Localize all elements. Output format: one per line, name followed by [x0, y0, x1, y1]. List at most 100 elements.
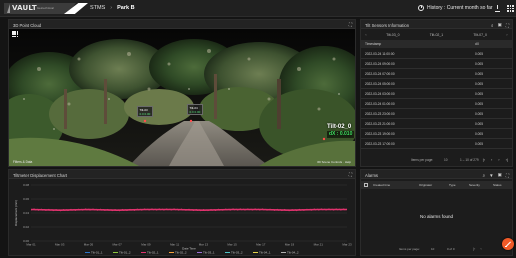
tab-sensor[interactable]: Tilt-03_0 — [371, 33, 415, 37]
point-cloud-viewport[interactable]: Tilt-03 0.0 0.00 Tilt-04 0.0 0.00 Tilt-0… — [9, 29, 355, 166]
sensor-tag-value: 0.0 0.00 — [189, 109, 201, 114]
logo-text: VAULT — [12, 4, 37, 12]
column-header-status[interactable]: Status — [493, 183, 502, 187]
tab-sensor[interactable]: Tilt-02_1 — [415, 33, 459, 37]
first-page-icon[interactable]: |‹ — [483, 157, 485, 162]
breadcrumb-separator-icon: › — [110, 5, 113, 11]
table-row[interactable]: 2022-03-24 05:00:00 0.005 — [361, 79, 512, 89]
expand-icon[interactable]: ⛶ — [349, 172, 352, 177]
x-tick-label: Mar 21 — [314, 243, 324, 247]
sensor-tag-name: Tilt-02_0 — [327, 124, 352, 130]
table-row[interactable]: 2022-03-24 01:00:00 0.005 — [361, 99, 512, 109]
chart-header: Tiltmeter Displacement Chart ⛶ — [9, 170, 355, 179]
table-row[interactable]: 2022-03-23 17:00:00 0.005 — [361, 139, 512, 149]
legend-item: Tilt-02_2 — [175, 251, 187, 255]
tilt-sensors-title: Tilt Sensors Information — [365, 22, 410, 28]
table-row[interactable]: 2022-03-23 23:00:00 0.005 — [361, 109, 512, 119]
x-tick-label: Mar 19 — [285, 243, 295, 247]
legend-item: Tilt-03_2 — [231, 251, 243, 255]
items-per-page-select[interactable]: 10 — [444, 158, 448, 162]
viewport-menu-icon[interactable] — [12, 31, 19, 38]
history-button[interactable]: History : Current month so far — [418, 4, 493, 11]
table-row[interactable]: 2022-03-24 07:00:00 0.005 — [361, 69, 512, 79]
cell-dx: 0.005 — [475, 52, 483, 56]
search-icon[interactable]: ⌕ — [483, 173, 486, 178]
search-icon[interactable]: ⌕ — [491, 23, 494, 28]
cell-timestamp: 2022-03-24 07:00:00 — [365, 72, 395, 76]
cell-timestamp: 2022-03-23 17:00:00 — [365, 142, 395, 146]
x-tick-label: Mar 17 — [256, 243, 266, 247]
sensor-tag-tilt-03[interactable]: Tilt-03 0.0 0.00 — [137, 106, 153, 117]
cell-timestamp: 2022-03-23 21:00:00 — [365, 122, 395, 126]
table-row[interactable]: 2022-03-24 09:00:00 0.005 — [361, 59, 512, 69]
legend-item: Tilt-04_1 — [259, 251, 271, 255]
filters-button[interactable]: Filters & Data — [13, 160, 32, 164]
table-row[interactable]: 2022-03-23 21:00:00 0.005 — [361, 119, 512, 129]
alarms-panel: Alarms ⌕ ▼ ▣ ⛶ Created time Originator T… — [360, 169, 513, 256]
sensor-tag-tilt-02[interactable]: Tilt-02_0 dX : 0.010 — [327, 124, 355, 138]
x-tick-label: Mar 03 — [55, 243, 65, 247]
edit-fab-button[interactable] — [502, 238, 514, 250]
prev-page-icon[interactable]: ‹ — [491, 157, 492, 162]
download-icon[interactable] — [494, 5, 501, 12]
alarms-table-header: Created time Originator Type Severity St… — [361, 181, 512, 189]
x-tick-label: Mar 01 — [26, 243, 36, 247]
vault-logo[interactable]: VAULT Geotechnical — [4, 3, 88, 14]
table-row[interactable]: 2022-03-24 03:00:00 0.005 — [361, 89, 512, 99]
cell-dx: 0.005 — [475, 62, 483, 66]
column-header-timestamp[interactable]: Timestamp — [365, 42, 381, 46]
breadcrumb-stms[interactable]: STMS — [90, 5, 105, 11]
x-tick-label: Mar 07 — [113, 243, 123, 247]
settings-icon[interactable]: ▣ — [498, 172, 502, 178]
settings-icon[interactable]: ▣ — [498, 22, 502, 28]
y-axis-label: Displacement (mm) — [14, 200, 18, 226]
cell-timestamp: 2022-03-24 11:00:00 — [365, 52, 395, 56]
point-cloud-header: 3D Point Cloud ⛶ — [9, 20, 355, 29]
next-page-icon[interactable]: › — [498, 157, 499, 162]
table-row[interactable]: 2022-03-24 11:00:00 0.005 — [361, 49, 512, 59]
sensor-tag-tilt-04[interactable]: Tilt-04 0.0 0.00 — [187, 104, 203, 115]
y-tick-label: 0.06 — [23, 197, 29, 201]
empty-state-text: No alarms found — [419, 214, 454, 219]
column-header-severity[interactable]: Severity — [469, 183, 480, 187]
expand-icon[interactable]: ⛶ — [349, 22, 352, 27]
top-bar: VAULT Geotechnical STMS › Park B History… — [0, 0, 516, 17]
tab-sensor[interactable]: Tilt-07_0 — [458, 33, 502, 37]
cell-dx: 0.005 — [475, 72, 483, 76]
select-all-checkbox[interactable] — [364, 183, 368, 187]
displacement-chart-panel: Tiltmeter Displacement Chart ⛶ 0.00 0.02 0… — [8, 169, 356, 256]
column-header-type[interactable]: Type — [449, 183, 456, 187]
first-page-icon[interactable]: |‹ — [473, 246, 475, 251]
x-tick-label: Mar 05 — [84, 243, 94, 247]
items-per-page-label: Items per page: — [399, 247, 420, 251]
column-header-originator[interactable]: Originator — [419, 183, 432, 187]
prev-page-icon[interactable]: ‹ — [480, 246, 481, 251]
scene-controls-link[interactable]: 3D Scene Controls · Help — [317, 160, 351, 164]
legend-item: Tilt-02_1 — [147, 251, 159, 255]
items-per-page-select[interactable]: 10 — [431, 247, 434, 251]
sensor-tag-value: 0.0 0.00 — [139, 111, 151, 116]
expand-icon[interactable]: ⛶ — [506, 173, 509, 178]
last-page-icon[interactable]: ›| — [506, 157, 508, 162]
x-tick-label: Mar 23 — [342, 243, 352, 247]
table-header: Timestamp dX — [361, 40, 512, 48]
breadcrumb-current: Park B — [117, 5, 135, 11]
filter-icon[interactable]: ▼ — [489, 173, 493, 178]
cell-dx: 0.005 — [475, 142, 483, 146]
column-header-dx[interactable]: dX — [475, 42, 479, 46]
alarms-pagination: Items per page: 10 0 of 0 |‹ ‹ — [361, 245, 512, 253]
fullscreen-grid-icon[interactable] — [507, 5, 514, 12]
legend-item: Tilt-01_1 — [91, 251, 103, 255]
displacement-chart[interactable]: 0.000.020.040.060.08Mar 01 Mar 03 Mar 05 Ma… — [9, 179, 355, 255]
table-row[interactable]: 2022-03-23 19:00:00 0.005 — [361, 129, 512, 139]
tabs-prev-icon[interactable]: ‹ — [361, 33, 371, 37]
y-tick-label: 0.04 — [23, 211, 29, 215]
expand-icon[interactable]: ⛶ — [506, 23, 509, 28]
cell-dx: 0.005 — [475, 92, 483, 96]
tilt-sensors-header: Tilt Sensors Information ⌕ ▣ ⛶ — [361, 20, 512, 29]
items-per-page-label: Items per page: — [411, 158, 434, 162]
column-header-created-time[interactable]: Created time — [373, 183, 390, 187]
point-cloud-panel: 3D Point Cloud ⛶ Tilt-03 0.0 0.00 Tilt-0… — [8, 19, 356, 167]
breadcrumb: STMS › Park B — [90, 5, 135, 11]
tabs-next-icon[interactable]: › — [502, 33, 512, 37]
